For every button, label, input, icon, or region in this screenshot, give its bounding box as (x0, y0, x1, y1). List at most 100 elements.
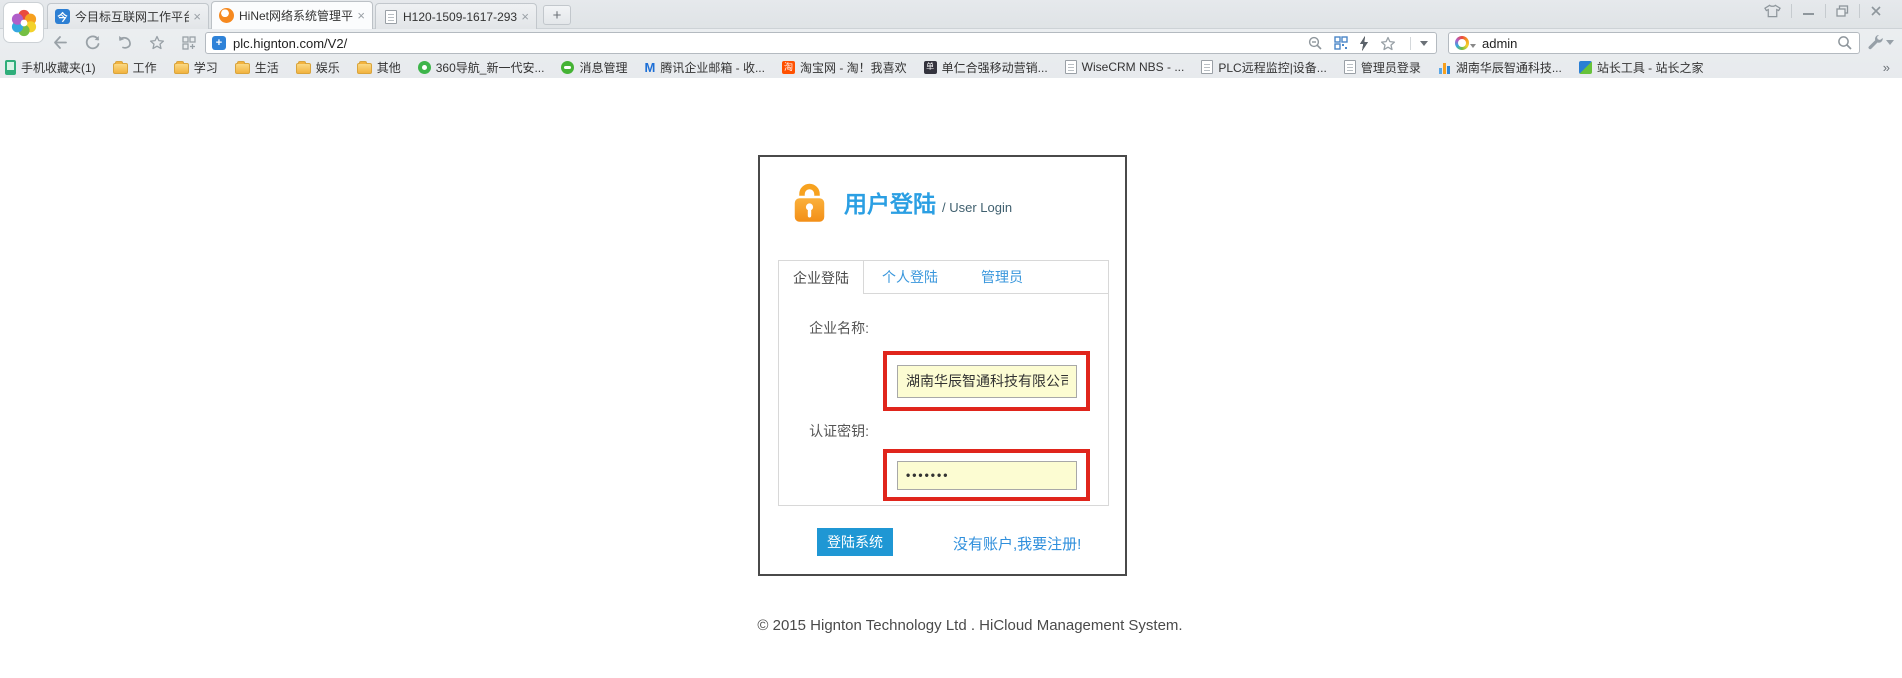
enterprise-name-label: 企业名称: (797, 318, 869, 339)
tab-h120[interactable]: H120-1509-1617-2932-77 × (375, 3, 537, 29)
search-box[interactable]: admin (1448, 32, 1860, 54)
tab-close-icon[interactable]: × (193, 9, 201, 24)
auth-key-label: 认证密钥: (797, 421, 869, 442)
tab-personal-login[interactable]: 个人登陆 (864, 261, 956, 293)
refresh-button[interactable] (85, 35, 101, 50)
search-engine-icon[interactable] (1455, 36, 1469, 50)
chart-icon (1438, 61, 1451, 74)
bookmark-folder-study[interactable]: 学习 (174, 59, 218, 76)
close-window-button[interactable] (1860, 5, 1892, 17)
new-tab-button[interactable]: + (543, 5, 571, 25)
bookmark-folder-work[interactable]: 工作 (113, 59, 157, 76)
tshirt-icon (1764, 4, 1781, 18)
qr-code-icon[interactable] (1334, 36, 1348, 50)
bookmark-admin-login[interactable]: 管理员登录 (1344, 59, 1421, 76)
folder-icon (357, 63, 372, 74)
bookmark-tencent-mail[interactable]: M 腾讯企业邮箱 - 收... (644, 59, 765, 76)
enterprise-name-input[interactable] (897, 365, 1077, 398)
bookmark-label: 湖南华辰智通科技... (1456, 59, 1562, 76)
address-bar[interactable]: + plc.hignton.com/V2/ (205, 32, 1437, 54)
bookmark-label: 消息管理 (579, 59, 627, 76)
restore-button[interactable] (1826, 5, 1859, 17)
bookmark-label: 工作 (133, 59, 157, 76)
login-subtitle: / User Login (942, 200, 1012, 215)
jin-favicon-icon: 今 (55, 9, 70, 24)
bookmark-chinaz[interactable]: 站长工具 - 站长之家 (1579, 59, 1704, 76)
login-submit-button[interactable]: 登陆系统 (817, 528, 893, 556)
bookmark-label: 单仁合强移动营销... (942, 59, 1048, 76)
mail-icon: M (644, 61, 655, 74)
bookmark-huachen[interactable]: 湖南华辰智通科技... (1438, 59, 1562, 76)
page-favicon-icon (385, 10, 397, 24)
lock-icon (788, 179, 830, 225)
chevron-down-icon (1886, 40, 1894, 49)
tab-administrator[interactable]: 管理员 (956, 261, 1048, 293)
bookmark-label: 淘宝网 - 淘！我喜欢 (800, 59, 907, 76)
undo-button[interactable] (117, 35, 133, 50)
auth-key-input[interactable] (897, 461, 1077, 490)
url-text[interactable]: plc.hignton.com/V2/ (233, 36, 1308, 51)
bookmark-phone-favorites[interactable]: 手机收藏夹(1) (5, 59, 96, 76)
address-dropdown-button[interactable] (1410, 37, 1428, 50)
tab-enterprise-login[interactable]: 企业登陆 (779, 261, 864, 294)
footer-copyright: © 2015 Hignton Technology Ltd . HiCloud … (757, 617, 1182, 634)
bookmark-plc-monitor[interactable]: PLC远程监控|设备... (1201, 59, 1326, 76)
zoom-out-icon[interactable] (1308, 36, 1323, 51)
bookmark-wisecrm[interactable]: WiseCRM NBS - ... (1065, 60, 1185, 74)
bookmark-label: 360导航_新一代安... (436, 59, 545, 76)
folder-icon (296, 63, 311, 74)
page-icon (1065, 60, 1077, 74)
minimize-button[interactable] (1792, 5, 1825, 17)
page-icon (1344, 60, 1356, 74)
login-panel: 用户登陆 / User Login 企业登陆 个人登陆 管理员 企业名称: 认证… (758, 155, 1127, 576)
tab-close-icon[interactable]: × (357, 8, 365, 23)
hinet-favicon-icon (219, 8, 234, 23)
search-input[interactable]: admin (1482, 36, 1837, 51)
tab-title: 今目标互联网工作平台 (75, 8, 189, 25)
bookmark-message-manage[interactable]: 消息管理 (561, 59, 627, 76)
login-tabs: 企业登陆 个人登陆 管理员 (779, 261, 1108, 294)
bookmark-360-nav[interactable]: 360导航_新一代安... (418, 59, 545, 76)
web-page-content: 用户登陆 / User Login 企业登陆 个人登陆 管理员 企业名称: 认证… (0, 79, 1902, 678)
bookmarks-bar: 手机收藏夹(1) 工作 学习 生活 娱乐 其他 360导航_新一代安... 消 (0, 56, 1902, 78)
tools-menu-button[interactable] (1867, 34, 1894, 50)
login-header: 用户登陆 / User Login (788, 179, 1012, 225)
tab-jinmubiao[interactable]: 今 今目标互联网工作平台 × (47, 3, 209, 29)
apps-grid-button[interactable] (181, 35, 197, 50)
page-icon (1201, 60, 1213, 74)
bookmark-label: 娱乐 (316, 59, 340, 76)
favorites-star-button[interactable] (149, 35, 165, 50)
folder-icon (235, 63, 250, 74)
bookmark-label: 管理员登录 (1361, 59, 1421, 76)
theme-button[interactable] (1754, 4, 1791, 18)
tab-hinet-active[interactable]: HiNet网络系统管理平台 × (211, 1, 373, 29)
back-button[interactable] (52, 35, 69, 50)
login-title: 用户登陆 (844, 185, 936, 219)
bookmark-label: PLC远程监控|设备... (1218, 59, 1326, 76)
bookmark-label: 学习 (194, 59, 218, 76)
window-controls (1754, 4, 1892, 18)
bookmark-shanren[interactable]: 单 单仁合强移动营销... (924, 59, 1048, 76)
restore-icon (1836, 5, 1849, 17)
bookmark-folder-other[interactable]: 其他 (357, 59, 401, 76)
search-icon[interactable] (1837, 35, 1853, 51)
lightning-icon[interactable] (1359, 36, 1369, 51)
chevron-down-icon (1420, 41, 1428, 50)
bookmark-label: WiseCRM NBS - ... (1082, 60, 1185, 74)
bookmark-label: 手机收藏夹(1) (21, 59, 96, 76)
bookmark-label: 站长工具 - 站长之家 (1597, 59, 1704, 76)
minimize-icon (1802, 5, 1815, 17)
navigation-bar: + plc.hignton.com/V2/ ad (0, 29, 1902, 56)
login-form-panel: 企业登陆 个人登陆 管理员 企业名称: 认证密钥: (778, 260, 1109, 506)
bookmark-folder-life[interactable]: 生活 (235, 59, 279, 76)
browser-logo[interactable] (3, 2, 44, 43)
search-engine-chevron-icon (1470, 44, 1476, 51)
bookmark-taobao[interactable]: 淘 淘宝网 - 淘！我喜欢 (782, 59, 907, 76)
bookmark-folder-entertainment[interactable]: 娱乐 (296, 59, 340, 76)
tab-close-icon[interactable]: × (521, 9, 529, 24)
auth-key-highlight (883, 449, 1090, 501)
bookmark-star-icon[interactable] (1380, 36, 1396, 51)
tab-strip: 今 今目标互联网工作平台 × HiNet网络系统管理平台 × H120-1509… (47, 0, 571, 29)
bookmarks-overflow-button[interactable]: » (1883, 60, 1890, 75)
register-link[interactable]: 没有账户,我要注册! (953, 533, 1081, 554)
